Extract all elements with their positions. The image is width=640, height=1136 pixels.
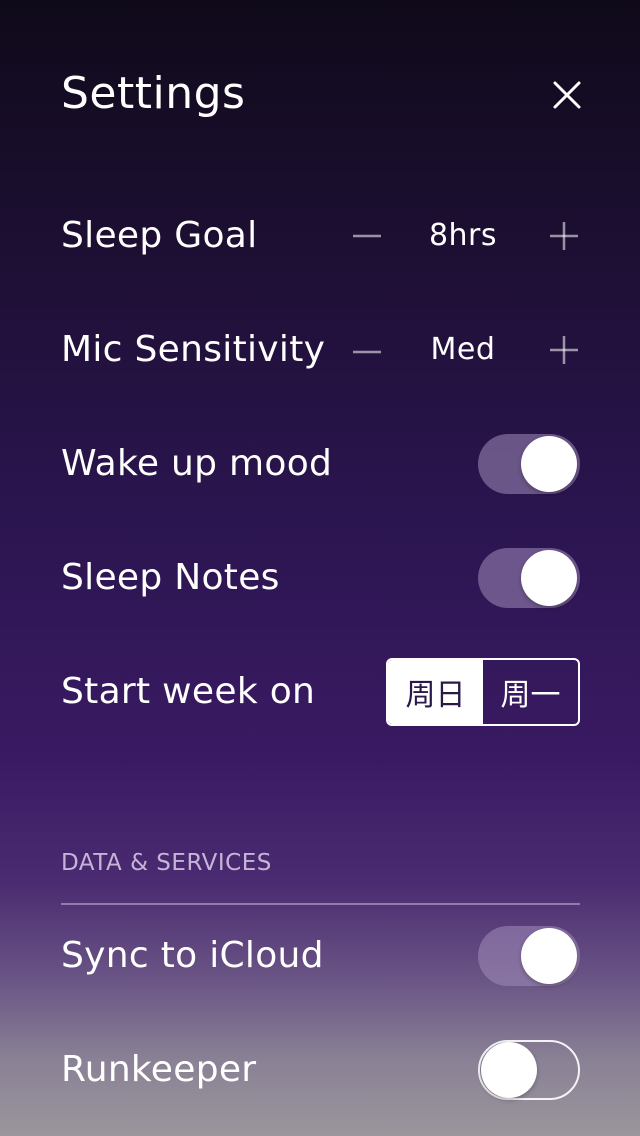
mic-sensitivity-decrease-button[interactable] — [347, 330, 387, 370]
toggle-knob — [521, 928, 577, 984]
sleep-goal-decrease-button[interactable] — [347, 216, 387, 256]
sleep-notes-label: Sleep Notes — [61, 557, 280, 598]
wake-up-mood-toggle[interactable] — [478, 434, 580, 494]
plus-icon — [550, 222, 578, 250]
wake-up-mood-row: Wake up mood — [0, 424, 640, 504]
wake-up-mood-label: Wake up mood — [61, 443, 333, 484]
page-title: Settings — [61, 68, 246, 119]
sync-icloud-row: Sync to iCloud — [0, 916, 640, 996]
section-divider — [61, 903, 580, 905]
start-week-option-sunday[interactable]: 周日 — [388, 660, 483, 724]
sync-icloud-toggle[interactable] — [478, 926, 580, 986]
start-week-label: Start week on — [61, 671, 316, 712]
sync-icloud-label: Sync to iCloud — [61, 935, 324, 976]
sleep-goal-label: Sleep Goal — [61, 215, 258, 256]
close-icon — [553, 81, 581, 109]
start-week-row: Start week on 周日 周一 — [0, 652, 640, 732]
close-button[interactable] — [546, 74, 588, 116]
sleep-notes-row: Sleep Notes — [0, 538, 640, 618]
minus-icon — [353, 350, 381, 354]
sleep-notes-toggle[interactable] — [478, 548, 580, 608]
sleep-goal-increase-button[interactable] — [544, 216, 584, 256]
toggle-knob — [521, 436, 577, 492]
mic-sensitivity-value: Med — [430, 332, 496, 367]
sleep-goal-row: Sleep Goal 8hrs — [0, 196, 640, 276]
mic-sensitivity-row: Mic Sensitivity Med — [0, 310, 640, 390]
sleep-goal-value: 8hrs — [428, 218, 498, 253]
data-services-header: DATA & SERVICES — [61, 850, 272, 876]
start-week-option-monday[interactable]: 周一 — [483, 660, 578, 724]
start-week-segmented-control: 周日 周一 — [386, 658, 580, 726]
minus-icon — [353, 234, 381, 238]
runkeeper-label: Runkeeper — [61, 1049, 257, 1090]
runkeeper-toggle[interactable] — [478, 1040, 580, 1100]
runkeeper-row: Runkeeper — [0, 1030, 640, 1110]
toggle-knob — [481, 1042, 537, 1098]
mic-sensitivity-increase-button[interactable] — [544, 330, 584, 370]
mic-sensitivity-label: Mic Sensitivity — [61, 329, 326, 370]
plus-icon — [550, 336, 578, 364]
toggle-knob — [521, 550, 577, 606]
